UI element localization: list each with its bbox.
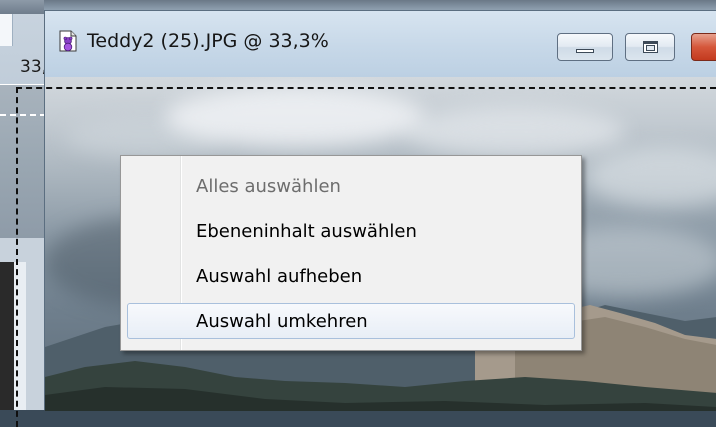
- menu-item-select-layer-content[interactable]: Ebeneninhalt auswählen: [127, 213, 575, 249]
- image-document-icon: [59, 30, 77, 52]
- background-window-tab[interactable]: [0, 14, 13, 46]
- window-top-edge: [44, 0, 716, 10]
- background-window-selection-marquee: [0, 114, 46, 116]
- menu-item-label: Auswahl umkehren: [196, 311, 368, 332]
- close-button[interactable]: [691, 33, 716, 61]
- document-title: Teddy2 (25).JPG @ 33,3%: [87, 30, 329, 52]
- minimize-icon: [576, 49, 594, 53]
- maximize-icon: [643, 41, 658, 53]
- maximize-button[interactable]: [625, 33, 675, 61]
- background-window-canvas[interactable]: [0, 84, 46, 239]
- menu-item-label: Ebeneninhalt auswählen: [196, 221, 417, 242]
- menu-item-label: Alles auswählen: [196, 176, 341, 197]
- maximize-icon-inner: [646, 45, 655, 51]
- background-window-scroll-area[interactable]: [14, 262, 26, 410]
- menu-item-deselect[interactable]: Auswahl aufheben: [127, 258, 575, 294]
- document-titlebar[interactable]: Teddy2 (25).JPG @ 33,3%: [45, 11, 716, 77]
- minimize-button[interactable]: [557, 33, 613, 61]
- menu-item-invert-selection[interactable]: Auswahl umkehren: [127, 303, 575, 339]
- menu-item-label: Auswahl aufheben: [196, 266, 363, 287]
- menu-item-select-all: Alles auswählen: [127, 168, 575, 204]
- background-window-zoom-text: 33,: [20, 57, 48, 77]
- background-window-dark-edge: [0, 262, 14, 410]
- selection-context-menu: Alles auswählen Ebeneninhalt auswählen A…: [120, 155, 582, 351]
